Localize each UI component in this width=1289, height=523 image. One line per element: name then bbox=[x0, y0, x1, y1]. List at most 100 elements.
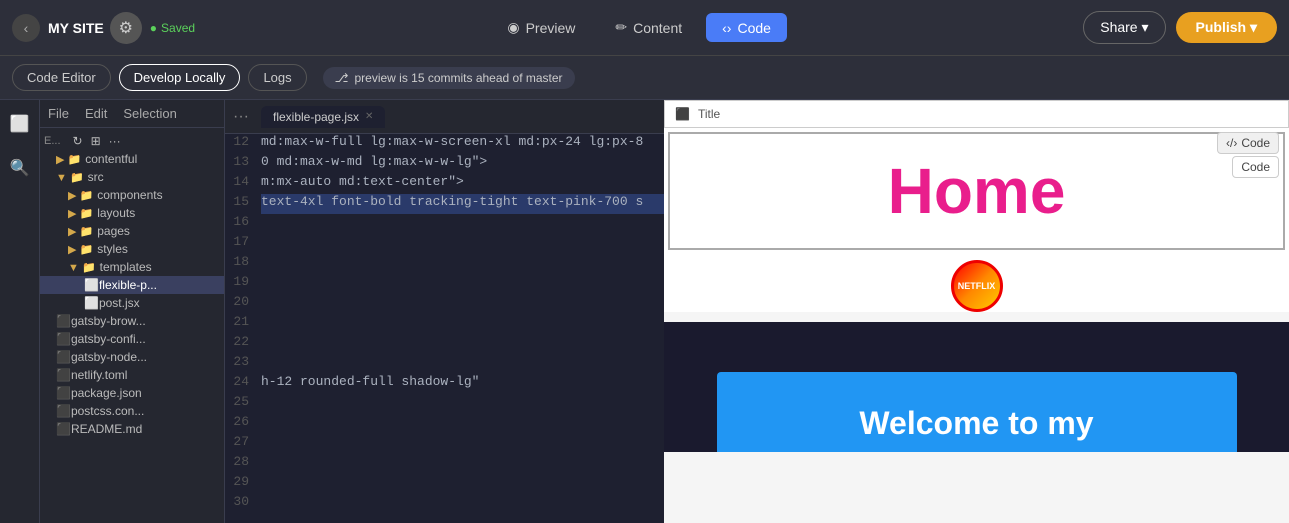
tree-package-json[interactable]: ⬛ package.json bbox=[40, 384, 224, 402]
code-line-26: 26 bbox=[225, 414, 664, 434]
toolbar: Code Editor Develop Locally Logs ⎇ previ… bbox=[0, 56, 1289, 100]
line-code-23 bbox=[261, 354, 664, 374]
tree-flexible-page[interactable]: ⬜ flexible-p... bbox=[40, 276, 224, 294]
components-folder-icon: ▶ 📁 bbox=[68, 189, 93, 202]
menu-selection[interactable]: Selection bbox=[123, 104, 176, 123]
tree-components[interactable]: ▶ 📁 components bbox=[40, 186, 224, 204]
preview-title-bar: ⬛ Title bbox=[664, 100, 1289, 128]
line-code-14: m:mx-auto md:text-center"> bbox=[261, 174, 664, 194]
tree-src[interactable]: ▼ 📁 src bbox=[40, 168, 224, 186]
nav-left: ‹ MY SITE ⚙ ● Saved bbox=[12, 12, 195, 44]
tree-gatsby-node[interactable]: ⬛ gatsby-node... bbox=[40, 348, 224, 366]
preview-code-button-2[interactable]: Code bbox=[1232, 156, 1279, 178]
postcss-icon: ⬛ bbox=[56, 404, 71, 418]
package-json-icon: ⬛ bbox=[56, 386, 71, 400]
tree-gatsby-brow[interactable]: ⬛ gatsby-brow... bbox=[40, 312, 224, 330]
flexible-file-icon: ⬜ bbox=[84, 278, 99, 292]
code-line-18: 18 bbox=[225, 254, 664, 274]
new-file-icon[interactable]: ⊞ bbox=[91, 134, 101, 148]
layouts-folder-icon: ▶ 📁 bbox=[68, 207, 93, 220]
flexible-label: flexible-p... bbox=[99, 278, 157, 292]
code-line-28: 28 bbox=[225, 454, 664, 474]
menu-edit[interactable]: Edit bbox=[85, 104, 107, 123]
netflix-logo: NETFLIX bbox=[951, 260, 1003, 312]
menu-bar: File Edit Selection bbox=[40, 100, 224, 128]
layouts-label: layouts bbox=[97, 206, 135, 220]
tab-action-icon[interactable]: ··· bbox=[233, 108, 249, 126]
tab-preview[interactable]: ◉ Preview bbox=[491, 13, 591, 42]
refresh-icon[interactable]: ↻ bbox=[73, 134, 83, 148]
tree-post-jsx[interactable]: ⬜ post.jsx bbox=[40, 294, 224, 312]
tree-netlify-toml[interactable]: ⬛ netlify.toml bbox=[40, 366, 224, 384]
files-icon[interactable]: ⬜ bbox=[6, 110, 34, 138]
code-line-12: 12 md:max-w-full lg:max-w-screen-xl md:p… bbox=[225, 134, 664, 154]
line-num-19: 19 bbox=[225, 274, 261, 294]
line-num-30: 30 bbox=[225, 494, 261, 514]
editor-tabs: ··· flexible-page.jsx ✕ bbox=[225, 100, 664, 134]
tab-content[interactable]: ✏ Content bbox=[599, 13, 698, 42]
readme-icon: ⬛ bbox=[56, 422, 71, 436]
preview-pane: ⬛ Title Home ‹/› Code Code NETFLIX Welco… bbox=[664, 100, 1289, 523]
tab-close-icon[interactable]: ✕ bbox=[365, 111, 373, 122]
publish-button[interactable]: Publish ▾ bbox=[1176, 12, 1277, 43]
line-num-22: 22 bbox=[225, 334, 261, 354]
components-label: components bbox=[97, 188, 162, 202]
welcome-text: Welcome to my bbox=[859, 405, 1093, 442]
tab-actions: ··· bbox=[233, 108, 249, 126]
git-status: ⎇ preview is 15 commits ahead of master bbox=[323, 67, 575, 89]
code-line-15: 15 text-4xl font-bold tracking-tight tex… bbox=[225, 194, 664, 214]
tree-contentful[interactable]: ▶ 📁 contentful bbox=[40, 150, 224, 168]
gatsby-node-label: gatsby-node... bbox=[71, 350, 147, 364]
line-num-21: 21 bbox=[225, 314, 261, 334]
line-code-26 bbox=[261, 414, 664, 434]
tree-readme[interactable]: ⬛ README.md bbox=[40, 420, 224, 438]
tree-postcss[interactable]: ⬛ postcss.con... bbox=[40, 402, 224, 420]
top-nav: ‹ MY SITE ⚙ ● Saved ◉ Preview ✏ Content … bbox=[0, 0, 1289, 56]
tree-gatsby-conf[interactable]: ⬛ gatsby-confi... bbox=[40, 330, 224, 348]
tree-layouts[interactable]: ▶ 📁 layouts bbox=[40, 204, 224, 222]
line-num-18: 18 bbox=[225, 254, 261, 274]
code-btn-icon: ‹/› bbox=[1226, 136, 1237, 150]
editor-content[interactable]: 12 md:max-w-full lg:max-w-screen-xl md:p… bbox=[225, 134, 664, 523]
main-content: ⬜ 🔍 File Edit Selection E... ↻ ⊞ ··· ▶ 📁 bbox=[0, 100, 1289, 523]
folder-icon: ▶ 📁 bbox=[56, 153, 81, 166]
code-icon: ‹› bbox=[722, 20, 731, 36]
tree-pages[interactable]: ▶ 📁 pages bbox=[40, 222, 224, 240]
menu-file[interactable]: File bbox=[48, 104, 69, 123]
post-file-icon: ⬜ bbox=[84, 296, 99, 310]
title-bar-icon: ⬛ bbox=[675, 107, 690, 121]
saved-status: ● Saved bbox=[150, 21, 195, 35]
logs-button[interactable]: Logs bbox=[248, 64, 306, 91]
content-icon: ✏ bbox=[615, 19, 627, 36]
line-code-28 bbox=[261, 454, 664, 474]
code-btn2-label: Code bbox=[1241, 160, 1270, 174]
post-label: post.jsx bbox=[99, 296, 140, 310]
line-code-16 bbox=[261, 214, 664, 234]
develop-locally-button[interactable]: Develop Locally bbox=[119, 64, 241, 91]
back-button[interactable]: ‹ bbox=[12, 14, 40, 42]
code-editor-button[interactable]: Code Editor bbox=[12, 64, 111, 91]
search-icon[interactable]: 🔍 bbox=[6, 154, 34, 182]
contentful-label: contentful bbox=[85, 152, 137, 166]
tree-styles[interactable]: ▶ 📁 styles bbox=[40, 240, 224, 258]
code-line-24: 24 h-12 rounded-full shadow-lg" bbox=[225, 374, 664, 394]
code-line-19: 19 bbox=[225, 274, 664, 294]
more-icon[interactable]: ··· bbox=[109, 134, 121, 148]
share-button[interactable]: Share ▾ bbox=[1083, 11, 1165, 44]
line-num-12: 12 bbox=[225, 134, 261, 154]
editor-tab-flexible[interactable]: flexible-page.jsx ✕ bbox=[261, 106, 385, 128]
line-code-24: h-12 rounded-full shadow-lg" bbox=[261, 374, 664, 394]
line-code-12: md:max-w-full lg:max-w-screen-xl md:px-2… bbox=[261, 134, 664, 154]
tree-templates[interactable]: ▼ 📁 templates bbox=[40, 258, 224, 276]
code-line-21: 21 bbox=[225, 314, 664, 334]
gatsby-conf-label: gatsby-confi... bbox=[71, 332, 146, 346]
preview-code-button-1[interactable]: ‹/› Code bbox=[1217, 132, 1279, 154]
settings-button[interactable]: ⚙ bbox=[110, 12, 142, 44]
line-num-14: 14 bbox=[225, 174, 261, 194]
readme-label: README.md bbox=[71, 422, 142, 436]
tab-code[interactable]: ‹› Code bbox=[706, 13, 787, 42]
line-num-17: 17 bbox=[225, 234, 261, 254]
preview-white-section: ⬛ Title Home ‹/› Code Code NETFLIX bbox=[664, 100, 1289, 312]
site-name: MY SITE bbox=[48, 20, 104, 36]
gatsby-brow-icon: ⬛ bbox=[56, 314, 71, 328]
